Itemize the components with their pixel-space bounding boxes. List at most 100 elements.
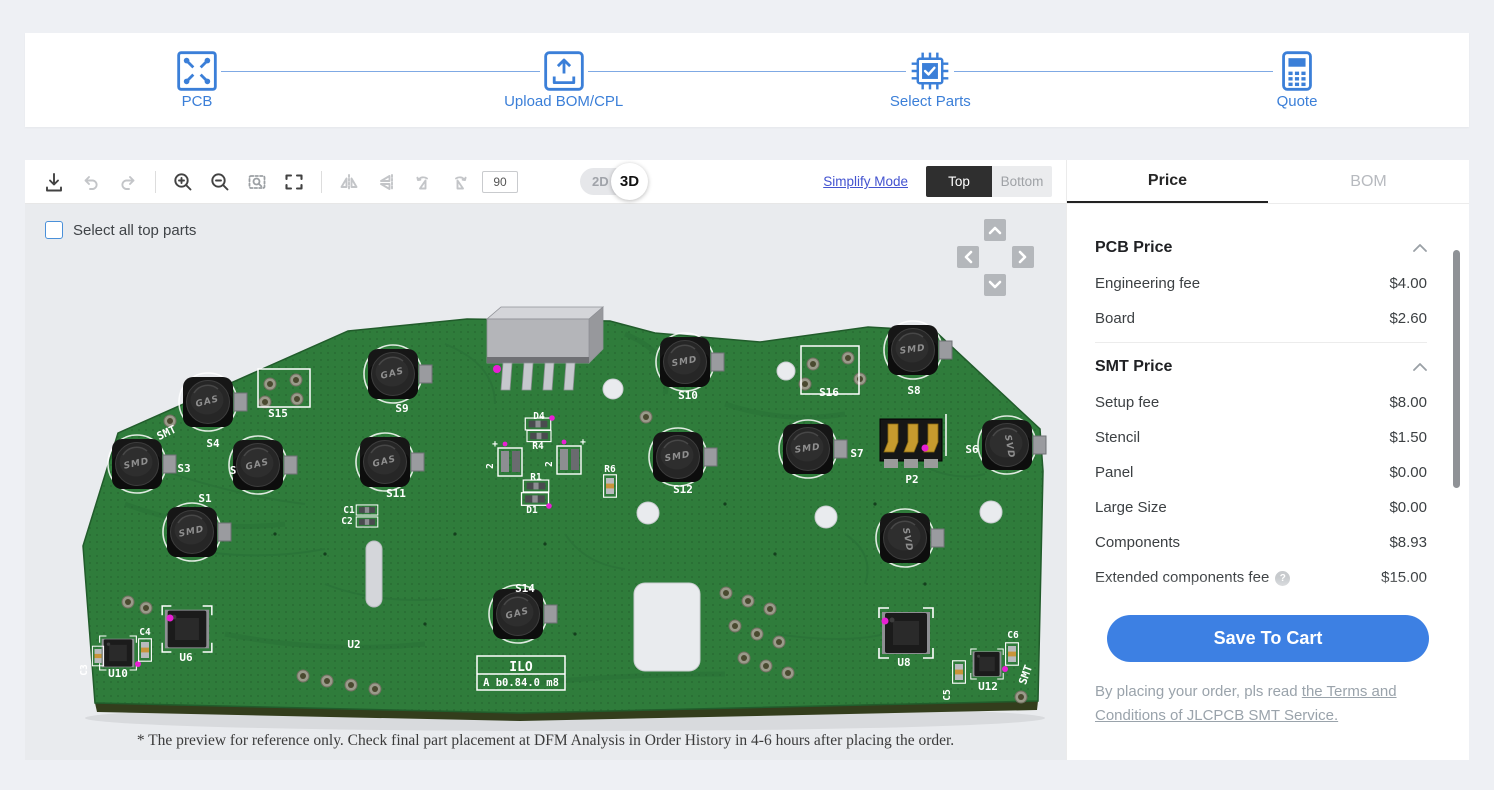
viewer-toolbar: 2D 3D Simplify Mode Top Bottom bbox=[25, 160, 1066, 204]
svg-text:U10: U10 bbox=[108, 667, 128, 680]
row-label: Board bbox=[1095, 310, 1135, 327]
svg-text:S11: S11 bbox=[386, 487, 406, 500]
row-value: $8.00 bbox=[1389, 394, 1427, 411]
pan-down-button[interactable] bbox=[984, 274, 1006, 296]
board-viewer: 2D 3D Simplify Mode Top Bottom Select al… bbox=[25, 160, 1067, 760]
svg-text:S14: S14 bbox=[515, 582, 535, 595]
smt-price-section-header[interactable]: SMT Price bbox=[1095, 349, 1427, 385]
row-value: $8.93 bbox=[1389, 534, 1427, 551]
svg-text:A b0.84.0 m8: A b0.84.0 m8 bbox=[483, 677, 559, 689]
flip-horizontal-icon[interactable] bbox=[334, 167, 364, 197]
svg-text:S1: S1 bbox=[198, 492, 212, 505]
svg-text:U6: U6 bbox=[179, 651, 193, 664]
collapse-chevron-icon[interactable] bbox=[1413, 362, 1427, 372]
svg-text:ILO: ILO bbox=[509, 660, 533, 675]
price-row-setup-fee: Setup fee $8.00 bbox=[1095, 385, 1427, 420]
rotate-angle-input[interactable] bbox=[482, 171, 518, 193]
step-connector bbox=[588, 71, 907, 72]
pan-left-button[interactable] bbox=[957, 246, 979, 268]
row-value: $4.00 bbox=[1389, 275, 1427, 292]
row-value: $1.50 bbox=[1389, 429, 1427, 446]
svg-text:C1: C1 bbox=[343, 505, 355, 516]
side-bottom-button[interactable]: Bottom bbox=[992, 166, 1052, 197]
svg-text:C6: C6 bbox=[1007, 630, 1019, 641]
fit-screen-icon[interactable] bbox=[279, 167, 309, 197]
connector-p2[interactable] bbox=[880, 419, 942, 468]
select-all-top-parts: Select all top parts bbox=[45, 221, 196, 239]
rotate-cw-icon[interactable] bbox=[445, 167, 475, 197]
svg-text:S7: S7 bbox=[850, 447, 863, 460]
svg-text:S8: S8 bbox=[907, 384, 920, 397]
flip-vertical-icon[interactable] bbox=[371, 167, 401, 197]
svg-text:U2: U2 bbox=[347, 638, 360, 651]
download-icon[interactable] bbox=[39, 167, 69, 197]
svg-text:C3: C3 bbox=[79, 664, 90, 676]
marquee-zoom-icon[interactable] bbox=[242, 167, 272, 197]
svg-text:R4: R4 bbox=[532, 441, 544, 452]
chip-u6[interactable] bbox=[162, 606, 212, 652]
svg-text:S16: S16 bbox=[819, 386, 839, 399]
undo-icon[interactable] bbox=[76, 167, 106, 197]
row-value: $2.60 bbox=[1389, 310, 1427, 327]
svg-text:S6: S6 bbox=[965, 443, 979, 456]
price-list: PCB Price Engineering fee $4.00 Board $2… bbox=[1067, 204, 1469, 595]
svg-text:S4: S4 bbox=[206, 437, 220, 450]
terms-prefix: By placing your order, pls read bbox=[1095, 683, 1302, 700]
tab-bom[interactable]: BOM bbox=[1268, 160, 1469, 203]
simplify-mode-link[interactable]: Simplify Mode bbox=[823, 174, 908, 189]
svg-text:2: 2 bbox=[485, 463, 496, 469]
svg-text:C2: C2 bbox=[341, 516, 352, 527]
step-pcb[interactable]: PCB bbox=[173, 33, 221, 93]
price-row-components: Components $8.93 bbox=[1095, 525, 1427, 560]
svg-text:U8: U8 bbox=[897, 656, 910, 669]
2d-3d-toggle[interactable]: 2D 3D bbox=[580, 168, 644, 195]
save-to-cart-button[interactable]: Save To Cart bbox=[1107, 615, 1429, 662]
svg-text:R6: R6 bbox=[604, 464, 616, 475]
row-label: Large Size bbox=[1095, 499, 1167, 516]
row-value: $0.00 bbox=[1389, 499, 1427, 516]
svg-text:D1: D1 bbox=[526, 505, 538, 516]
svg-text:S: S bbox=[230, 464, 237, 477]
pcb-price-title: PCB Price bbox=[1095, 239, 1172, 257]
step-label-select-parts: Select Parts bbox=[890, 93, 971, 110]
rotate-ccw-icon[interactable] bbox=[408, 167, 438, 197]
zoom-in-icon[interactable] bbox=[168, 167, 198, 197]
svg-text:+: + bbox=[580, 437, 586, 448]
panel-scrollbar[interactable] bbox=[1453, 250, 1460, 488]
pcb-price-section-header[interactable]: PCB Price bbox=[1095, 230, 1427, 266]
collapse-chevron-icon[interactable] bbox=[1413, 243, 1427, 253]
tab-price[interactable]: Price bbox=[1067, 160, 1268, 203]
price-row-large-size: Large Size $0.00 bbox=[1095, 490, 1427, 525]
svg-text:2: 2 bbox=[544, 461, 555, 467]
mode-2d-label[interactable]: 2D bbox=[592, 174, 609, 189]
svg-text:C4: C4 bbox=[139, 627, 151, 638]
mode-3d-label[interactable]: 3D bbox=[611, 163, 648, 200]
pcb-board-render[interactable]: GAS SMD SMD GAS GAS GAS SMD SMD SMD SMD … bbox=[25, 204, 1066, 760]
step-upload-bom-cpl[interactable]: Upload BOM/CPL bbox=[540, 33, 588, 93]
row-label: Setup fee bbox=[1095, 394, 1159, 411]
board-3d-viewport[interactable]: Select all top parts bbox=[25, 204, 1066, 760]
zoom-out-icon[interactable] bbox=[205, 167, 235, 197]
price-row-engineering-fee: Engineering fee $4.00 bbox=[1095, 266, 1427, 301]
side-top-button[interactable]: Top bbox=[926, 166, 992, 197]
price-row-panel: Panel $0.00 bbox=[1095, 455, 1427, 490]
svg-text:U12: U12 bbox=[978, 680, 998, 693]
pan-right-button[interactable] bbox=[1012, 246, 1034, 268]
step-select-parts[interactable]: Select Parts bbox=[906, 33, 954, 93]
pan-up-button[interactable] bbox=[984, 219, 1006, 241]
calculator-icon bbox=[1275, 49, 1319, 93]
step-quote[interactable]: Quote bbox=[1273, 33, 1321, 93]
svg-text:S9: S9 bbox=[395, 402, 408, 415]
step-label-pcb: PCB bbox=[182, 93, 213, 110]
panel-tabs: Price BOM bbox=[1067, 160, 1469, 204]
section-divider bbox=[1095, 342, 1427, 343]
toolbar-divider bbox=[321, 171, 322, 193]
svg-text:S15: S15 bbox=[268, 407, 288, 420]
step-connector bbox=[954, 71, 1273, 72]
chip-u8[interactable] bbox=[879, 608, 933, 658]
redo-icon[interactable] bbox=[113, 167, 143, 197]
select-all-checkbox[interactable] bbox=[45, 221, 63, 239]
step-connector bbox=[221, 71, 540, 72]
pcb-icon bbox=[175, 49, 219, 93]
row-label: Components bbox=[1095, 534, 1180, 551]
